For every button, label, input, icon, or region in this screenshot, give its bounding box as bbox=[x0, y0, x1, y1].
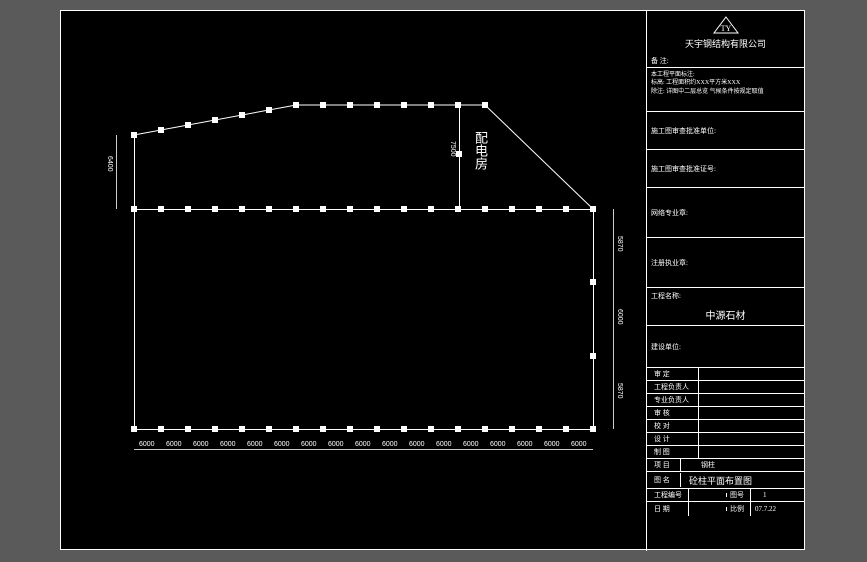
tb-row-4: 注册执业章: bbox=[647, 238, 804, 288]
drawing-area: 配电房 6000 6000 6000 6000 6000 6000 6000 6… bbox=[61, 11, 646, 551]
bottom-beam bbox=[134, 429, 593, 430]
tb-row-6: 建设单位: bbox=[647, 326, 804, 368]
notes-body: 本工程平面标注: 标高: 工程面积约XXX平方米XXX 除注: 详图中二层总览 … bbox=[647, 68, 804, 112]
drawing-frame: 配电房 6000 6000 6000 6000 6000 6000 6000 6… bbox=[60, 10, 805, 550]
partition-beam bbox=[459, 105, 460, 209]
dim-line-bottom bbox=[134, 449, 593, 450]
titleblock: TY 天宇钢结构有限公司 备 注: 本工程平面标注: 标高: 工程面积约XXX平… bbox=[646, 11, 804, 551]
dim-mid-v: 7500 bbox=[449, 141, 456, 157]
tb-row-3: 网络专业章: bbox=[647, 188, 804, 238]
dim-r3: 5870 bbox=[616, 383, 623, 399]
col-r2 bbox=[590, 353, 596, 359]
date-val: 07.7.22 bbox=[751, 505, 776, 513]
dim-r2: 6000 bbox=[616, 309, 623, 325]
dim-line-right bbox=[613, 209, 614, 429]
svg-text:TY: TY bbox=[720, 24, 731, 33]
col-r1 bbox=[590, 279, 596, 285]
dim-left: 6400 bbox=[106, 156, 113, 172]
dim-r1: 5870 bbox=[616, 236, 623, 252]
drawing-title: 砼柱平面布置图 bbox=[681, 474, 752, 487]
dim-line-left bbox=[116, 135, 117, 209]
tb-row-1: 施工图审查批准单位: bbox=[647, 112, 804, 150]
room-label: 配电房 bbox=[471, 131, 490, 170]
tb-row-5: 工程名称: 中源石材 bbox=[647, 288, 804, 326]
sheet-no: 1 bbox=[751, 491, 767, 499]
right-beam bbox=[593, 209, 594, 429]
notes-header: 备 注: bbox=[647, 54, 804, 68]
company-name: 天宇钢结构有限公司 bbox=[647, 37, 804, 50]
top-beam bbox=[131, 101, 601, 221]
left-beam bbox=[134, 135, 135, 429]
tb-row-2: 施工图审查批准证号: bbox=[647, 150, 804, 188]
project-name: 中源石材 bbox=[651, 307, 800, 322]
company-logo: TY 天宇钢结构有限公司 bbox=[647, 11, 804, 54]
col-mid-v bbox=[456, 151, 462, 157]
signature-rows: 审 定 工程负责人 专业负责人 审 核 校 对 设 计 制 图 项 目钢柱 图 … bbox=[647, 368, 804, 515]
